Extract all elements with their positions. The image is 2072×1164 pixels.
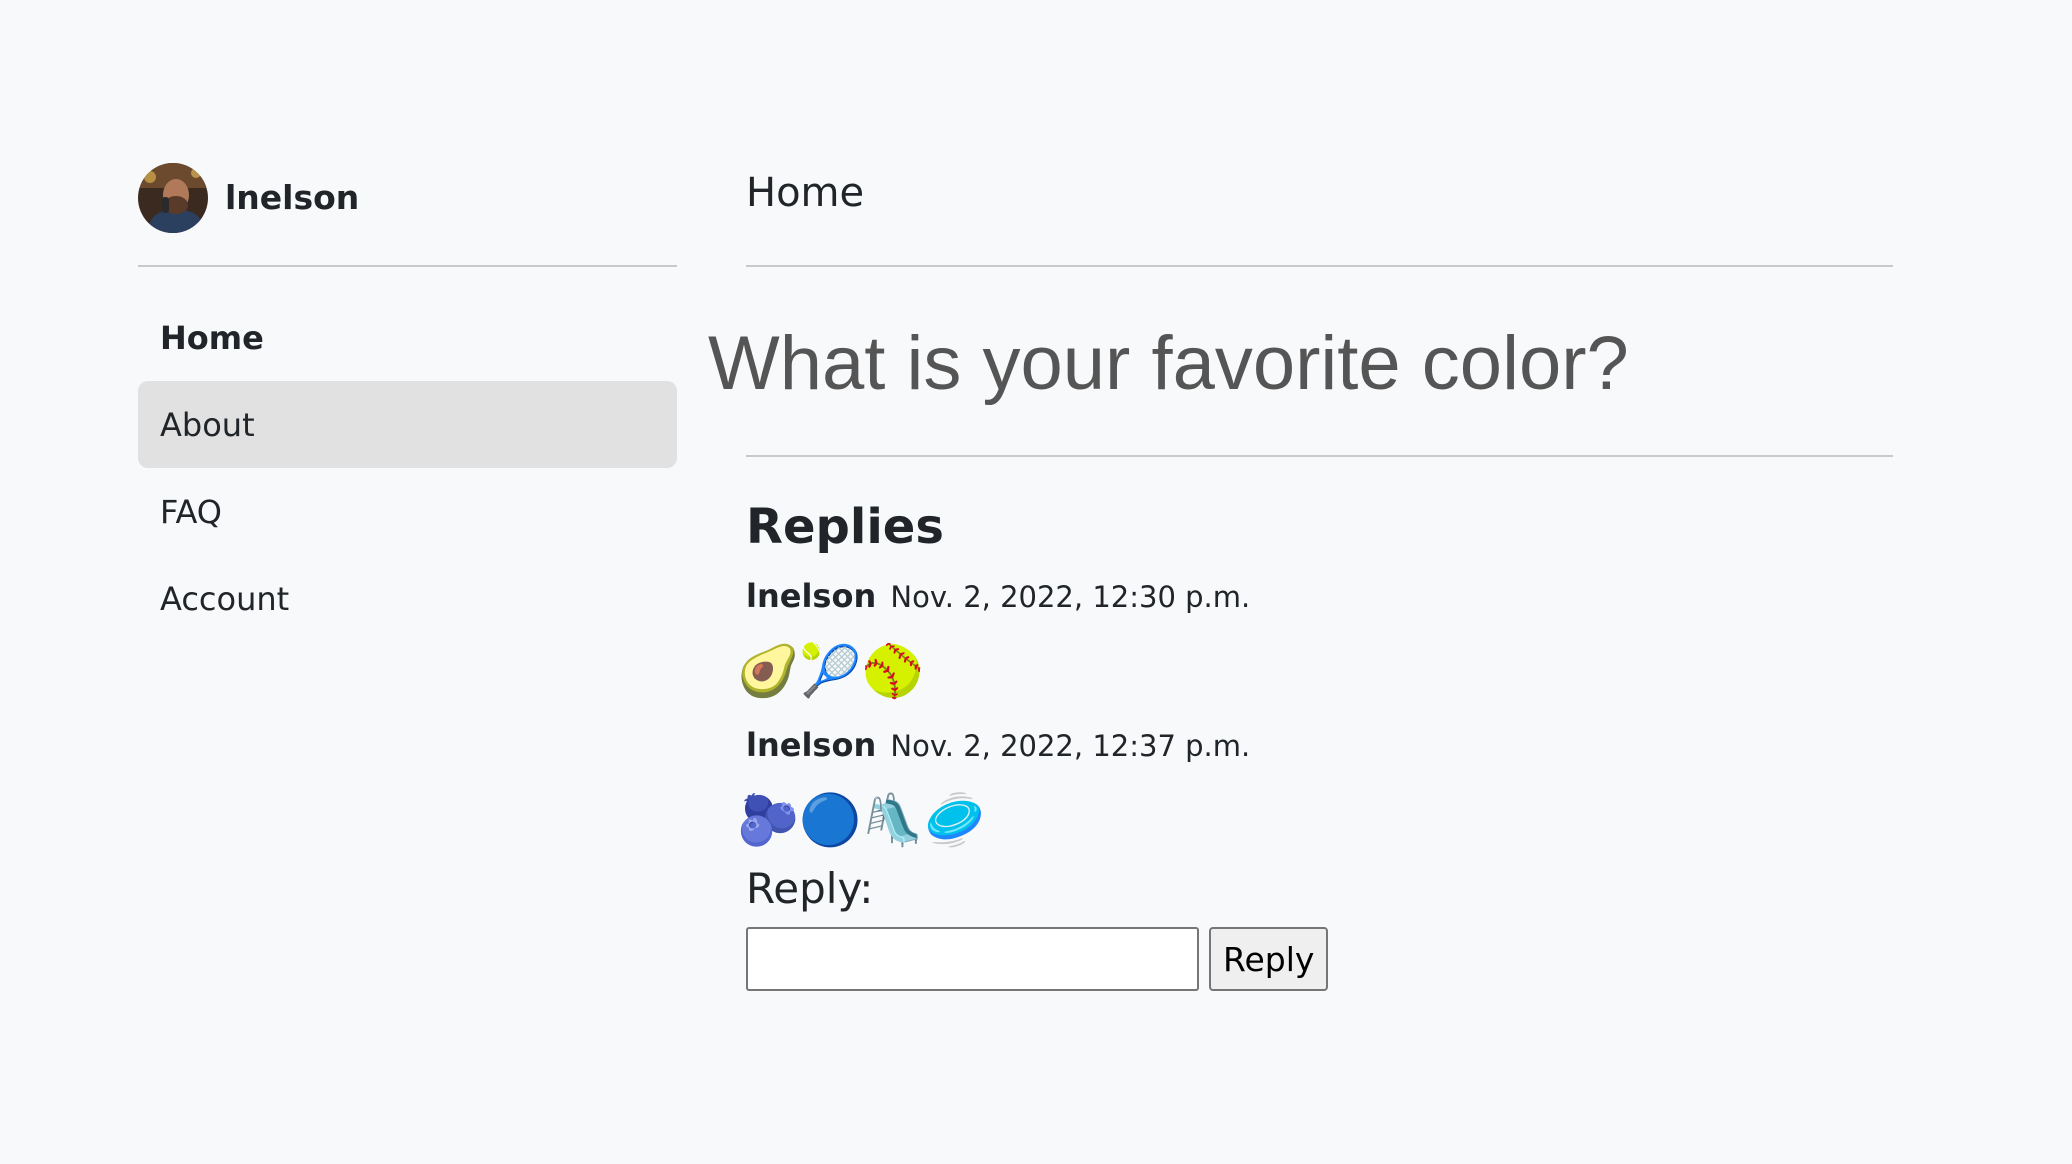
title-divider — [746, 265, 1893, 267]
avatar-photo-icon — [138, 162, 208, 233]
reply-label: Reply: — [746, 864, 874, 913]
reply-form-row: Reply — [746, 927, 1893, 991]
question-divider — [746, 455, 1893, 457]
reply-button[interactable]: Reply — [1209, 927, 1329, 991]
reply-item: lnelson Nov. 2, 2022, 12:37 p.m. 🫐🔵🛝🥏 — [737, 724, 1893, 853]
sidebar-nav: Home About FAQ Account — [138, 294, 677, 642]
page: lnelson Home About FAQ Account Home What… — [0, 0, 2072, 1164]
reply-meta: lnelson Nov. 2, 2022, 12:37 p.m. — [746, 724, 1893, 767]
reply-content: 🫐🔵🛝🥏 — [737, 791, 987, 849]
profile-link[interactable]: lnelson — [138, 160, 677, 235]
reply-date: Nov. 2, 2022, 12:30 p.m. — [890, 580, 1251, 614]
sidebar-item-about[interactable]: About — [138, 381, 677, 468]
replies-heading: Replies — [746, 499, 944, 555]
reply-meta: lnelson Nov. 2, 2022, 12:30 p.m. — [746, 575, 1893, 618]
reply-author: lnelson — [746, 577, 877, 615]
reply-author: lnelson — [746, 726, 877, 764]
main-content: Home What is your favorite color? Replie… — [708, 160, 1893, 991]
reply-input[interactable] — [746, 927, 1199, 991]
reply-form: Reply: Reply — [746, 859, 1893, 991]
page-title: Home — [746, 170, 865, 216]
question-title: What is your favorite color? — [708, 321, 1629, 406]
sidebar-item-faq[interactable]: FAQ — [138, 468, 677, 555]
profile-name: lnelson — [225, 178, 360, 217]
sidebar: lnelson Home About FAQ Account — [138, 160, 677, 642]
sidebar-item-home[interactable]: Home — [138, 294, 677, 381]
avatar — [138, 162, 208, 233]
reply-item: lnelson Nov. 2, 2022, 12:30 p.m. 🥑🎾🥎 — [737, 575, 1893, 704]
reply-content: 🥑🎾🥎 — [737, 642, 924, 700]
reply-date: Nov. 2, 2022, 12:37 p.m. — [890, 729, 1251, 763]
sidebar-divider — [138, 265, 677, 267]
sidebar-item-account[interactable]: Account — [138, 555, 677, 642]
